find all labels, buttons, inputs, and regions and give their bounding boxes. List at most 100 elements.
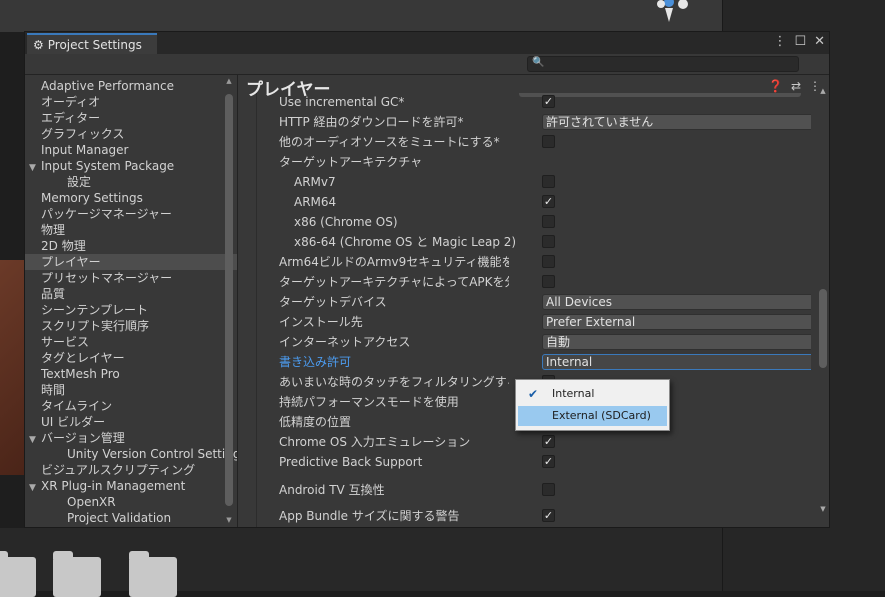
- search-row: 🔍: [25, 54, 829, 75]
- sidebar-item-label: Input Manager: [41, 143, 129, 157]
- sidebar-item-label: UI ビルダー: [41, 415, 106, 429]
- sidebar-item-label: スクリプト実行順序: [41, 319, 150, 333]
- sidebar-item[interactable]: OpenXR: [25, 494, 237, 510]
- sidebar-item[interactable]: タイムライン: [25, 398, 237, 414]
- scroll-down-icon[interactable]: ▼: [224, 516, 234, 524]
- scroll-up-icon[interactable]: ▲: [817, 87, 829, 95]
- expand-arrow-icon[interactable]: ▼: [29, 160, 41, 176]
- setting-checkbox[interactable]: [542, 135, 555, 148]
- dropdown-value: 自動: [546, 335, 571, 349]
- setting-label: Predictive Back Support: [279, 455, 423, 469]
- sidebar-item-label: 2D 物理: [41, 239, 86, 253]
- folder-icon[interactable]: [53, 551, 101, 597]
- expand-arrow-icon[interactable]: ▼: [29, 480, 41, 496]
- setting-label: Android TV 互換性: [279, 483, 385, 497]
- scroll-down-icon[interactable]: ▼: [817, 505, 829, 513]
- menu-kebab-icon[interactable]: ⋮: [773, 35, 786, 49]
- setting-dropdown[interactable]: All Devices▼: [542, 294, 811, 310]
- sidebar-item[interactable]: タグとレイヤー: [25, 350, 237, 366]
- sidebar-item-label: Project Validation: [67, 511, 172, 525]
- setting-dropdown[interactable]: 許可されていません▼: [542, 114, 811, 130]
- sidebar-item[interactable]: Unity Version Control Settings: [25, 446, 237, 462]
- setting-checkbox[interactable]: ✓: [542, 95, 555, 108]
- project-settings-tab[interactable]: ⚙ Project Settings: [27, 33, 157, 54]
- sidebar-item[interactable]: 2D 物理: [25, 238, 237, 254]
- help-icon[interactable]: ❓: [768, 79, 783, 93]
- scene-gizmo[interactable]: Z: [625, 0, 691, 26]
- sidebar-item[interactable]: Project Validation: [25, 510, 237, 526]
- setting-checkbox[interactable]: [542, 175, 555, 188]
- sidebar-item[interactable]: オーディオ: [25, 94, 237, 110]
- setting-checkbox[interactable]: [542, 275, 555, 288]
- scroll-up-icon[interactable]: ▲: [224, 77, 234, 85]
- dropdown-value: Prefer External: [546, 315, 636, 329]
- partial-field: [519, 93, 801, 97]
- sidebar-item[interactable]: シーンテンプレート: [25, 302, 237, 318]
- sidebar-item[interactable]: Input Manager: [25, 142, 237, 158]
- settings-search-input[interactable]: 🔍: [527, 56, 799, 72]
- main-scrollbar[interactable]: ▲ ▼: [817, 75, 829, 527]
- menu-item-internal[interactable]: ✔ Internal: [518, 384, 667, 404]
- setting-row: 書き込み許可 Internal▼: [279, 353, 811, 371]
- sidebar-item[interactable]: 時間: [25, 382, 237, 398]
- player-settings-panel: プレイヤー ❓ ⇄ ⋮ Use incremental GC* ✓ HTTP 経由の…: [238, 75, 829, 527]
- setting-checkbox[interactable]: [542, 483, 555, 496]
- setting-label: 他のオーディオソースをミュートにする*: [279, 135, 500, 149]
- setting-checkbox[interactable]: ✓: [542, 455, 555, 468]
- sidebar-item[interactable]: 設定: [25, 174, 237, 190]
- sidebar-item-label: TextMesh Pro: [41, 367, 120, 381]
- dropdown-value: All Devices: [546, 295, 612, 309]
- window-titlebar: ⚙ Project Settings ⋮ ☐ ✕: [25, 32, 829, 54]
- sidebar-item[interactable]: 物理: [25, 222, 237, 238]
- setting-row: Android TV 互換性: [279, 481, 555, 499]
- setting-checkbox[interactable]: ✓: [542, 435, 555, 448]
- setting-row: インストール先 Prefer External▼: [279, 313, 811, 331]
- sidebar-item[interactable]: グラフィックス: [25, 126, 237, 142]
- maximize-icon[interactable]: ☐: [794, 35, 806, 49]
- setting-checkbox[interactable]: [542, 215, 555, 228]
- sidebar-item[interactable]: エディター: [25, 110, 237, 126]
- sidebar-item-label: グラフィックス: [41, 127, 125, 141]
- sidebar-item[interactable]: スクリプト実行順序: [25, 318, 237, 334]
- sidebar-item[interactable]: サービス: [25, 334, 237, 350]
- setting-label: あいまいな時のタッチをフィルタリングする: [279, 375, 509, 389]
- sidebar-item[interactable]: ▼ バージョン管理: [25, 430, 237, 446]
- sidebar-item[interactable]: Memory Settings: [25, 190, 237, 206]
- setting-label: 低精度の位置: [279, 415, 352, 429]
- expand-arrow-icon[interactable]: ▼: [29, 432, 41, 448]
- sidebar-item[interactable]: TextMesh Pro: [25, 366, 237, 382]
- sidebar-item[interactable]: Adaptive Performance: [25, 78, 237, 94]
- setting-label: インストール先: [279, 315, 363, 329]
- sidebar-item[interactable]: UI ビルダー: [25, 414, 237, 430]
- main-scroll-thumb[interactable]: [819, 289, 827, 368]
- menu-item-external-sdcard[interactable]: External (SDCard): [518, 406, 667, 426]
- sidebar-item[interactable]: パッケージマネージャー: [25, 206, 237, 222]
- sidebar-item[interactable]: 品質: [25, 286, 237, 302]
- folder-icon[interactable]: [129, 551, 177, 597]
- scene-view-fragment: [0, 260, 24, 475]
- setting-row: 持続パフォーマンスモードを使用: [279, 393, 555, 411]
- sidebar-item[interactable]: プリセットマネージャー: [25, 270, 237, 286]
- setting-checkbox[interactable]: ✓: [542, 509, 555, 522]
- setting-checkbox[interactable]: [542, 235, 555, 248]
- setting-label: ARM64: [294, 195, 337, 209]
- sidebar-scrollbar[interactable]: ▲ ▼: [224, 75, 234, 527]
- preset-sliders-icon[interactable]: ⇄: [791, 79, 801, 93]
- sidebar-scroll-thumb[interactable]: [225, 94, 233, 506]
- setting-row: Chrome OS 入力エミュレーション ✓: [279, 433, 555, 451]
- setting-dropdown[interactable]: Prefer External▼: [542, 314, 811, 330]
- sidebar-item[interactable]: ▼ XR Plug-in Management: [25, 478, 237, 494]
- sidebar-item[interactable]: ビジュアルスクリプティング: [25, 462, 237, 478]
- setting-checkbox[interactable]: [542, 255, 555, 268]
- setting-checkbox[interactable]: ✓: [542, 195, 555, 208]
- setting-dropdown[interactable]: 自動▼: [542, 334, 811, 350]
- setting-row: ARMv7: [294, 173, 555, 191]
- sidebar-item-label: Memory Settings: [41, 191, 143, 205]
- setting-row: Predictive Back Support ✓: [279, 453, 555, 471]
- setting-dropdown[interactable]: Internal▼: [542, 354, 811, 370]
- setting-row: 他のオーディオソースをミュートにする*: [279, 133, 555, 151]
- sidebar-item[interactable]: プレイヤー: [25, 254, 237, 270]
- sidebar-item[interactable]: ▼ Input System Package: [25, 158, 237, 174]
- close-icon[interactable]: ✕: [814, 35, 825, 49]
- folder-icon[interactable]: [0, 551, 36, 597]
